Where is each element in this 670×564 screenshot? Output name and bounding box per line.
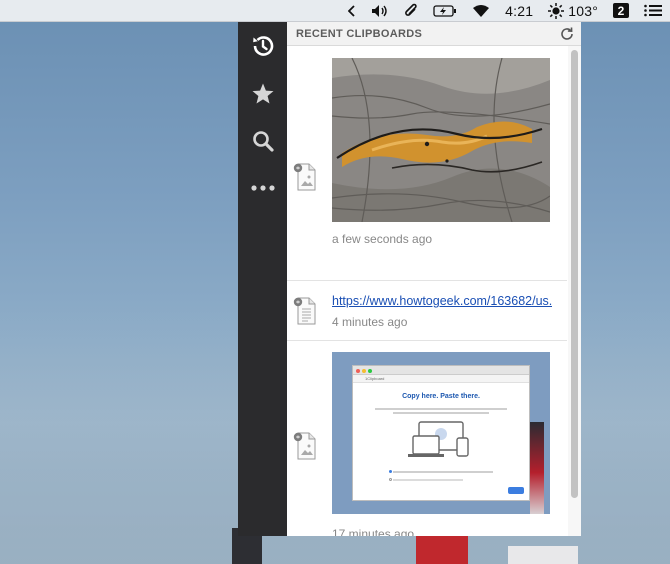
battery-charging-icon[interactable] (433, 0, 457, 22)
thumbnail-boat (530, 422, 544, 514)
panel-title: RECENT CLIPBOARDS (296, 28, 423, 40)
wifi-icon[interactable] (472, 0, 490, 22)
history-icon (252, 36, 273, 56)
thumbnail-tab: 1Clipboard (353, 375, 529, 383)
screenshot-thumbnail: 1Clipboard Copy here. Paste there. (332, 352, 550, 514)
thumbnail-window: 1Clipboard Copy here. Paste there. (352, 365, 530, 501)
history-button[interactable] (238, 27, 287, 65)
list-icon[interactable] (644, 0, 662, 22)
thumbnail-titlebar (353, 366, 529, 375)
search-icon (252, 131, 274, 152)
clip-timestamp: 4 minutes ago (332, 315, 408, 329)
panel-header: RECENT CLIPBOARDS (287, 22, 581, 46)
desktop-object (416, 534, 468, 564)
more-icon (250, 185, 275, 191)
favorites-button[interactable] (238, 75, 287, 113)
clip-item[interactable]: https://www.howtogeek.com/163682/us... 4… (287, 281, 567, 341)
clip-timestamp: a few seconds ago (332, 232, 433, 246)
paperclip-icon[interactable] (404, 0, 418, 22)
more-button[interactable] (238, 169, 287, 207)
text-file-icon (293, 297, 316, 325)
clip-item[interactable]: a few seconds ago (287, 46, 567, 281)
menu-bar: 4:21 103° 2 (0, 0, 670, 22)
thumbnail-heading: Copy here. Paste there. (402, 393, 480, 400)
chevron-left-icon[interactable] (348, 0, 356, 22)
volume-icon[interactable] (371, 0, 389, 22)
desktop-number-badge[interactable]: 2 (613, 0, 629, 22)
search-button[interactable] (238, 122, 287, 160)
clip-link[interactable]: https://www.howtogeek.com/163682/us... (332, 294, 552, 308)
star-icon (252, 83, 273, 104)
app-sidebar (238, 22, 287, 536)
desktop-object (508, 546, 578, 564)
clip-timestamp: 17 minutes ago (332, 527, 415, 536)
wood-image-thumbnail (332, 58, 550, 222)
thumbnail-button (508, 487, 524, 494)
desktop-number: 2 (613, 3, 629, 18)
scrollbar-thumb[interactable] (571, 50, 578, 498)
clip-list: a few seconds ago https://www.howtogeek.… (287, 46, 567, 536)
refresh-icon[interactable] (559, 26, 575, 42)
image-file-icon (293, 432, 316, 460)
devices-illustration (408, 421, 469, 457)
menu-clock[interactable]: 4:21 (505, 0, 533, 22)
menu-temperature[interactable]: 103° (568, 0, 598, 22)
sun-icon[interactable] (548, 0, 565, 22)
clipboard-panel: RECENT CLIPBOARDS a few seconds ago http… (287, 22, 581, 536)
image-file-icon (293, 163, 316, 191)
